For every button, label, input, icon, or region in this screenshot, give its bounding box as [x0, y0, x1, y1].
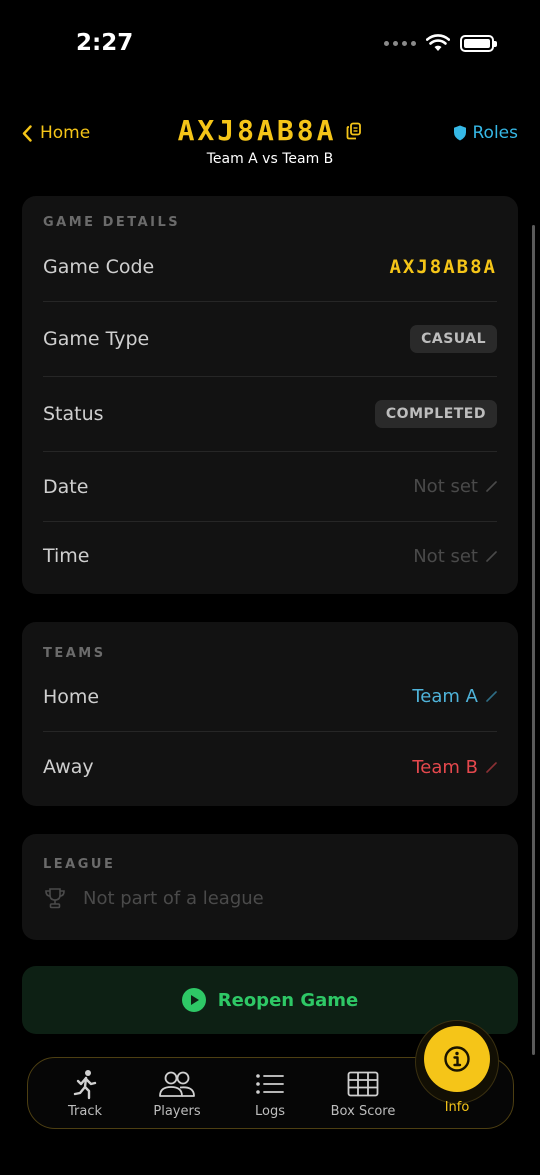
league-card: LEAGUE Not part of a league [22, 834, 518, 940]
row-label: Game Code [43, 256, 155, 278]
teams-card: TEAMS Home Team A Away Team B [22, 622, 518, 806]
list-icon [256, 1074, 284, 1094]
row-date[interactable]: Date Not set [43, 452, 497, 522]
home-team-value: Team A [412, 686, 478, 707]
game-details-card: GAME DETAILS Game Code AXJ8AB8A Game Typ… [22, 196, 518, 594]
league-value: Not part of a league [83, 887, 264, 909]
tab-label: Track [67, 1104, 103, 1119]
roles-button[interactable]: Roles [453, 123, 519, 143]
row-away-team[interactable]: Away Team B [43, 732, 497, 802]
matchup-subtitle: Team A vs Team B [206, 151, 334, 167]
trophy-icon [45, 888, 65, 909]
row-label: Date [43, 475, 89, 498]
people-icon [159, 1071, 195, 1097]
row-game-code: Game Code AXJ8AB8A [43, 233, 497, 302]
tab-players[interactable]: Players [132, 1068, 222, 1119]
tab-label: Logs [255, 1104, 285, 1119]
tab-label: Box Score [330, 1104, 396, 1119]
tab-info[interactable] [424, 1026, 490, 1092]
row-label: Game Type [43, 328, 150, 350]
table-icon [347, 1071, 379, 1097]
tab-label: Players [153, 1104, 201, 1119]
status-time: 2:27 [76, 30, 134, 56]
game-code-value[interactable]: AXJ8AB8A [389, 256, 497, 278]
pencil-icon [486, 550, 497, 562]
shield-icon [453, 125, 466, 141]
copy-icon[interactable] [346, 122, 362, 140]
row-home-team[interactable]: Home Team A [43, 662, 497, 732]
row-label: Status [43, 403, 104, 425]
wifi-icon [426, 34, 450, 51]
tab-label-info[interactable]: Info [427, 1100, 487, 1115]
game-type-badge[interactable]: CASUAL [410, 325, 497, 353]
date-value: Not set [413, 476, 478, 497]
section-label-league: LEAGUE [43, 857, 116, 872]
cellular-signal-icon [384, 40, 416, 46]
play-icon [181, 988, 206, 1012]
status-badge: COMPLETED [374, 400, 497, 428]
tab-logs[interactable]: Logs [225, 1068, 315, 1119]
away-team-value: Team B [412, 756, 478, 778]
running-person-icon [73, 1070, 97, 1100]
roles-label: Roles [472, 123, 519, 143]
battery-icon [460, 34, 497, 52]
pencil-icon [486, 481, 497, 492]
reopen-label: Reopen Game [217, 989, 359, 1011]
status-bar: 2:27 [0, 0, 540, 90]
tab-track[interactable]: Track [40, 1068, 130, 1119]
row-game-type: Game Type CASUAL [43, 302, 497, 377]
status-icons [384, 34, 497, 52]
header: Home AXJ8AB8A Team A vs Team B Roles [0, 112, 540, 182]
row-status: Status COMPLETED [43, 377, 497, 452]
row-time[interactable]: Time Not set [43, 522, 497, 590]
time-value: Not set [413, 545, 478, 567]
pencil-icon [486, 691, 497, 702]
section-label-game-details: GAME DETAILS [43, 215, 181, 230]
info-icon [444, 1046, 470, 1072]
row-label: Away [43, 756, 94, 778]
scrollbar[interactable] [532, 225, 535, 1055]
row-label: Time [43, 545, 90, 567]
row-label: Home [43, 685, 100, 708]
game-code-title: AXJ8AB8A [177, 114, 337, 147]
section-label-teams: TEAMS [43, 646, 106, 661]
league-row: Not part of a league [43, 886, 497, 910]
pencil-icon [486, 761, 497, 773]
tab-box-score[interactable]: Box Score [318, 1068, 408, 1119]
